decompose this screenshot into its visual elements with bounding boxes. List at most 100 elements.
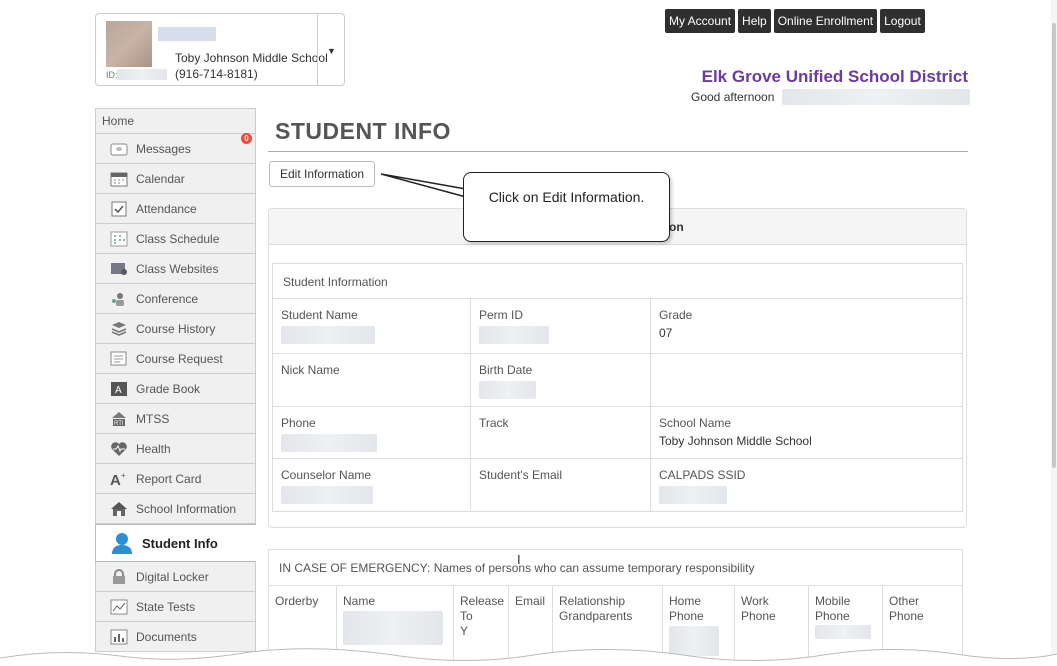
school-information-icon	[110, 500, 128, 518]
table-row: Counselor Name Student's Email CALPADS S…	[273, 459, 962, 511]
table-row: Nick Name Birth Date	[273, 354, 962, 407]
mtss-icon: RTI	[110, 410, 128, 428]
student-phone: (916-714-8181)	[175, 67, 258, 81]
sidebar-item-health[interactable]: Health	[95, 434, 256, 464]
cell-label: Nick Name	[281, 363, 340, 377]
column-header: Name	[343, 594, 376, 608]
column-header: Home Phone	[669, 594, 704, 623]
birth-date-cell: Birth Date	[471, 354, 651, 406]
sidebar-item-label: Course History	[136, 321, 216, 336]
cell-label: School Name	[659, 416, 732, 430]
text-cursor-icon: I	[517, 552, 521, 567]
sidebar-item-class-websites[interactable]: Class Websites	[95, 254, 256, 284]
column-header: Relationship	[559, 594, 626, 608]
sidebar-item-grade-book[interactable]: A Grade Book	[95, 374, 256, 404]
cell-label: Student's Email	[479, 468, 562, 482]
cell-label: Birth Date	[479, 363, 533, 377]
sidebar-item-school-information[interactable]: School Information	[95, 494, 256, 524]
sidebar-item-digital-locker[interactable]: Digital Locker	[95, 562, 256, 592]
svg-text:+: +	[121, 471, 126, 480]
svg-text:A: A	[115, 385, 122, 396]
sidebar-item-label: MTSS	[136, 411, 170, 426]
conference-icon	[110, 290, 128, 308]
messages-icon	[110, 140, 128, 158]
digital-locker-icon	[110, 568, 128, 586]
grade-book-icon: A	[110, 380, 128, 398]
redacted-value	[479, 326, 549, 344]
student-selector[interactable]: Toby Johnson Middle School ID: (916-714-…	[95, 13, 345, 86]
district-name: Elk Grove Unified School District	[701, 67, 968, 86]
counselor-name-cell: Counselor Name	[273, 459, 471, 511]
phone-cell: Phone	[273, 407, 471, 458]
student-name-redacted	[158, 27, 216, 41]
online-enrollment-button[interactable]: Online Enrollment	[773, 9, 878, 33]
student-id-redacted	[117, 69, 167, 80]
logout-button[interactable]: Logout	[880, 9, 925, 33]
column-header: Mobile Phone	[815, 594, 851, 623]
sidebar: Home Messages 0 Calendar Attendance Clas…	[95, 108, 256, 652]
title-divider	[268, 151, 968, 152]
scrollbar[interactable]	[1051, 0, 1057, 666]
sidebar-item-report-card[interactable]: A + Report Card	[95, 464, 256, 494]
sidebar-item-label: Health	[136, 441, 171, 456]
sidebar-item-mtss[interactable]: RTI MTSS	[95, 404, 256, 434]
sidebar-item-label: Report Card	[136, 471, 202, 486]
course-history-icon	[110, 320, 128, 338]
course-request-icon	[110, 350, 128, 368]
sidebar-item-messages[interactable]: Messages 0	[95, 133, 256, 164]
table-row: Phone Track School Name Toby Johnson Midd…	[273, 407, 962, 459]
greeting: Good afternoon	[691, 90, 775, 104]
column-header: Email	[515, 594, 546, 608]
empty-cell	[651, 354, 962, 406]
cell-label: Phone	[281, 416, 316, 430]
top-nav: My Account Help Online Enrollment Logout	[665, 9, 925, 33]
column-header: Other Phone	[889, 594, 924, 623]
student-id-label: ID:	[106, 70, 118, 80]
student-name-cell: Student Name	[273, 299, 471, 353]
cell-label: Counselor Name	[281, 468, 372, 482]
perm-id-cell: Perm ID	[471, 299, 651, 353]
my-account-button[interactable]: My Account	[665, 9, 736, 33]
chevron-down-icon[interactable]: ▼	[327, 46, 336, 56]
callout-box: Click on Edit Information.	[463, 172, 670, 242]
sidebar-item-label: School Information	[136, 501, 237, 516]
sidebar-item-label: Calendar	[136, 171, 185, 186]
sidebar-item-label: State Tests	[136, 599, 196, 614]
sidebar-item-attendance[interactable]: Attendance	[95, 194, 256, 224]
student-photo	[106, 21, 152, 67]
table-heading: Student Information	[273, 264, 962, 299]
sidebar-item-label: Digital Locker	[136, 569, 209, 584]
sidebar-item-home[interactable]: Home	[95, 108, 256, 134]
torn-edge	[0, 648, 1057, 666]
redacted-value	[659, 486, 727, 504]
sidebar-item-label: Student Info	[142, 535, 218, 551]
sidebar-item-course-request[interactable]: Course Request	[95, 344, 256, 374]
student-email-cell: Student's Email	[471, 459, 651, 511]
sidebar-item-state-tests[interactable]: State Tests	[95, 592, 256, 622]
column-header: Release To	[460, 594, 505, 623]
sidebar-item-student-info[interactable]: Student Info	[95, 524, 256, 562]
edit-information-button[interactable]: Edit Information	[269, 161, 376, 187]
cell-value: Grandparents	[559, 609, 633, 623]
table-row: Student Name Perm ID Grade 07	[273, 299, 962, 354]
table-heading: IN CASE OF EMERGENCY: Names of persons w…	[269, 550, 962, 586]
cell-label: Student Name	[281, 308, 358, 322]
redacted-value	[281, 434, 377, 452]
scrollbar-thumb[interactable]	[1052, 23, 1056, 468]
state-tests-icon	[110, 598, 128, 616]
student-information-table: Student Information Student Name Perm ID…	[272, 263, 963, 512]
student-school: Toby Johnson Middle School	[175, 51, 328, 65]
sidebar-item-course-history[interactable]: Course History	[95, 314, 256, 344]
school-name-cell: School Name Toby Johnson Middle School	[651, 407, 962, 458]
selector-divider	[317, 14, 318, 85]
column-header: Orderby	[275, 594, 319, 608]
sidebar-item-conference[interactable]: Conference	[95, 284, 256, 314]
help-button[interactable]: Help	[738, 9, 771, 33]
redacted-value	[479, 381, 536, 399]
cell-value: 07	[659, 326, 673, 340]
sidebar-item-calendar[interactable]: Calendar	[95, 164, 256, 194]
cell-label: Perm ID	[479, 308, 524, 322]
sidebar-item-label: Course Request	[136, 351, 223, 366]
sidebar-item-label: Class Websites	[136, 261, 219, 276]
sidebar-item-class-schedule[interactable]: Class Schedule	[95, 224, 256, 254]
